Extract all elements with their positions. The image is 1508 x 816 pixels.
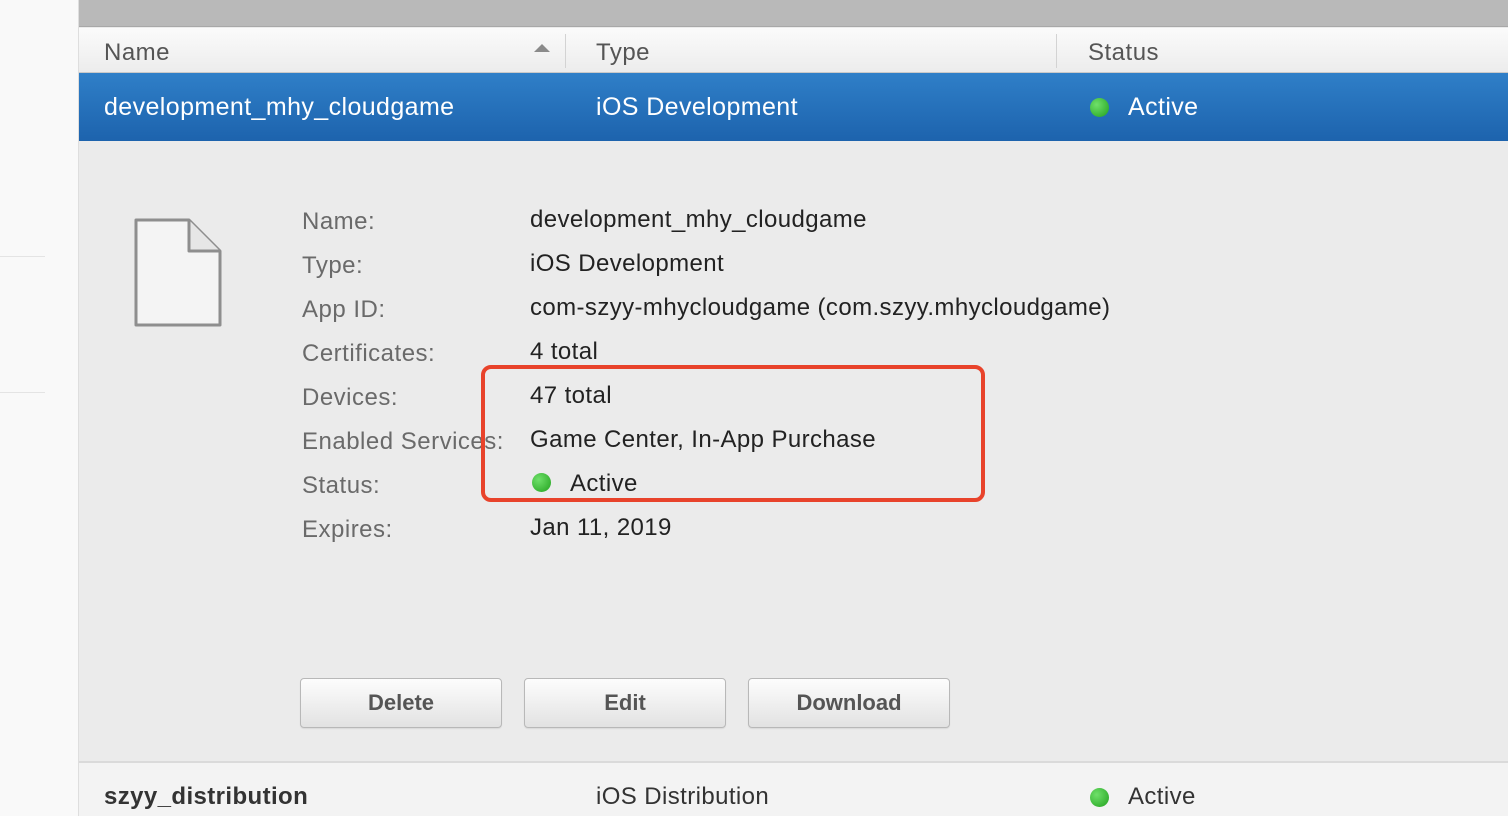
status-active-icon	[1090, 788, 1109, 807]
column-separator	[565, 34, 566, 68]
detail-value-expires: Jan 11, 2019	[530, 514, 672, 541]
highlight-annotation-box	[481, 365, 985, 502]
table-row-selected[interactable]: development_mhy_cloudgame iOS Developmen…	[79, 73, 1508, 141]
detail-value-app-id: com-szyy-mhycloudgame (com.szyy.mhycloud…	[530, 294, 1111, 321]
detail-label-name: Name:	[302, 208, 376, 235]
toolbar-strip	[79, 0, 1508, 27]
row-type: iOS Distribution	[596, 783, 770, 810]
column-header-status[interactable]: Status	[1088, 39, 1159, 67]
sort-ascending-icon[interactable]	[534, 44, 550, 52]
detail-label-devices: Devices:	[302, 384, 399, 411]
row-name: development_mhy_cloudgame	[104, 93, 455, 121]
column-header-type[interactable]: Type	[596, 39, 650, 67]
column-header-name[interactable]: Name	[104, 39, 170, 67]
detail-label-certificates: Certificates:	[302, 340, 436, 367]
table-row[interactable]: szyy_distribution iOS Distribution Activ…	[79, 763, 1508, 816]
detail-value-type: iOS Development	[530, 250, 725, 277]
column-separator	[1056, 34, 1057, 68]
sidebar-divider	[0, 392, 45, 393]
row-status: Active	[1128, 93, 1199, 121]
profiles-panel: Name Type Status development_mhy_cloudga…	[79, 0, 1508, 816]
document-icon	[134, 218, 222, 327]
status-active-icon	[1090, 98, 1109, 117]
row-status: Active	[1128, 783, 1196, 810]
detail-label-status: Status:	[302, 472, 381, 499]
detail-label-expires: Expires:	[302, 516, 393, 543]
detail-value-name: development_mhy_cloudgame	[530, 206, 867, 233]
row-type: iOS Development	[596, 93, 798, 121]
sidebar-divider	[0, 256, 45, 257]
detail-label-enabled-services: Enabled Services:	[302, 428, 504, 455]
download-button[interactable]: Download	[748, 678, 950, 728]
left-sidebar-edge	[0, 0, 79, 816]
detail-value-certificates: 4 total	[530, 338, 599, 365]
row-name: szyy_distribution	[104, 783, 309, 810]
detail-label-app-id: App ID:	[302, 296, 386, 323]
table-header: Name Type Status	[79, 28, 1508, 73]
delete-button[interactable]: Delete	[300, 678, 502, 728]
detail-label-type: Type:	[302, 252, 364, 279]
profile-detail-panel: Name: development_mhy_cloudgame Type: iO…	[79, 141, 1508, 761]
edit-button[interactable]: Edit	[524, 678, 726, 728]
